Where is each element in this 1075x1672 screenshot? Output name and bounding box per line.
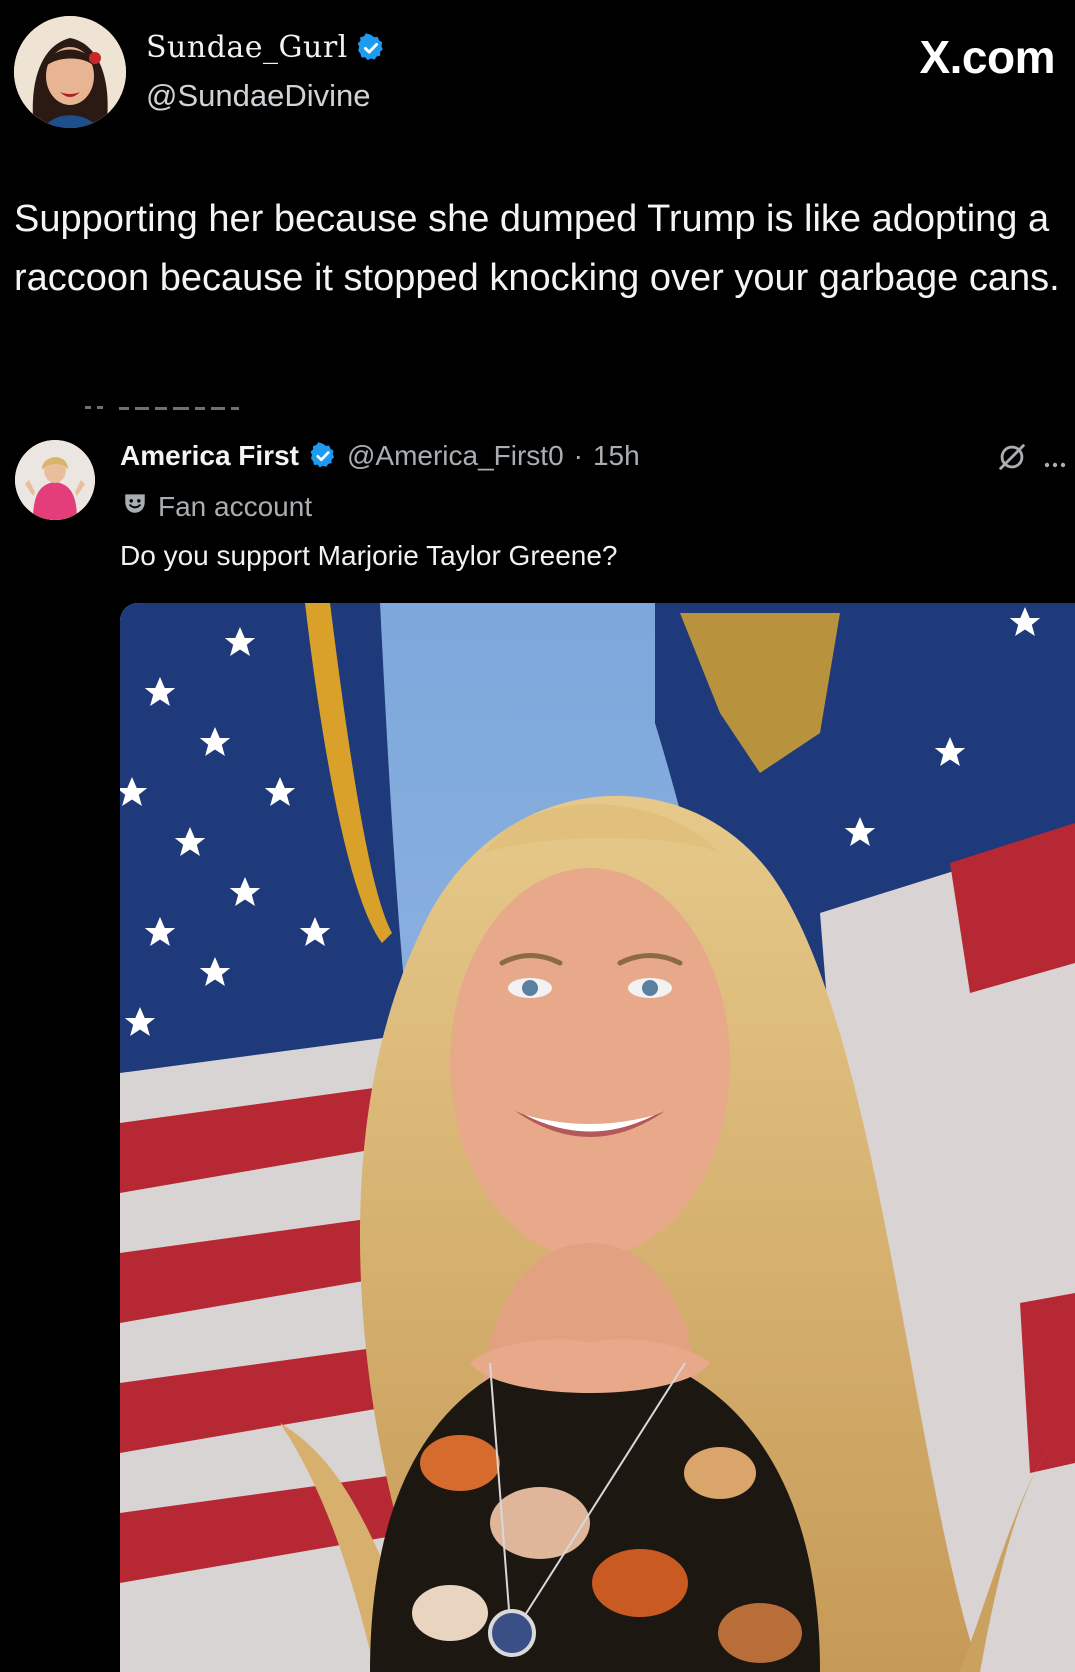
tweet-text: Supporting her because she dumped Trump … xyxy=(14,198,1060,299)
time-separator: · xyxy=(573,440,583,471)
more-icon[interactable] xyxy=(1043,445,1067,477)
quoted-time[interactable]: 15h xyxy=(593,440,640,472)
brand-watermark: X.com xyxy=(919,31,1055,83)
theater-masks-icon xyxy=(122,490,148,523)
author-name-row: Sundae_Gurl xyxy=(146,30,386,65)
quoted-handle[interactable]: @America_First0 xyxy=(347,440,564,472)
author-handle[interactable]: @SundaeDivine xyxy=(146,78,371,114)
author-display-name[interactable]: Sundae_Gurl xyxy=(146,30,348,65)
quoted-verified-badge-icon xyxy=(309,442,337,470)
fan-account-label: Fan account xyxy=(122,490,312,523)
tweet-header: Sundae_Gurl @SundaeDivine X.com xyxy=(0,0,1075,140)
verified-badge-icon xyxy=(356,32,386,63)
repost-context-fragment xyxy=(85,406,239,410)
quoted-actions xyxy=(995,440,1067,481)
author-avatar[interactable] xyxy=(14,16,126,128)
quoted-header: America First @America_First0 · 15h xyxy=(120,440,640,472)
quoted-author-avatar[interactable] xyxy=(15,440,95,520)
fan-account-text: Fan account xyxy=(158,490,313,522)
quoted-text: Do you support Marjorie Taylor Greene? xyxy=(120,540,618,571)
quoted-photo[interactable] xyxy=(120,603,1075,1672)
quoted-display-name[interactable]: America First xyxy=(120,440,299,472)
grok-icon[interactable] xyxy=(995,440,1029,481)
